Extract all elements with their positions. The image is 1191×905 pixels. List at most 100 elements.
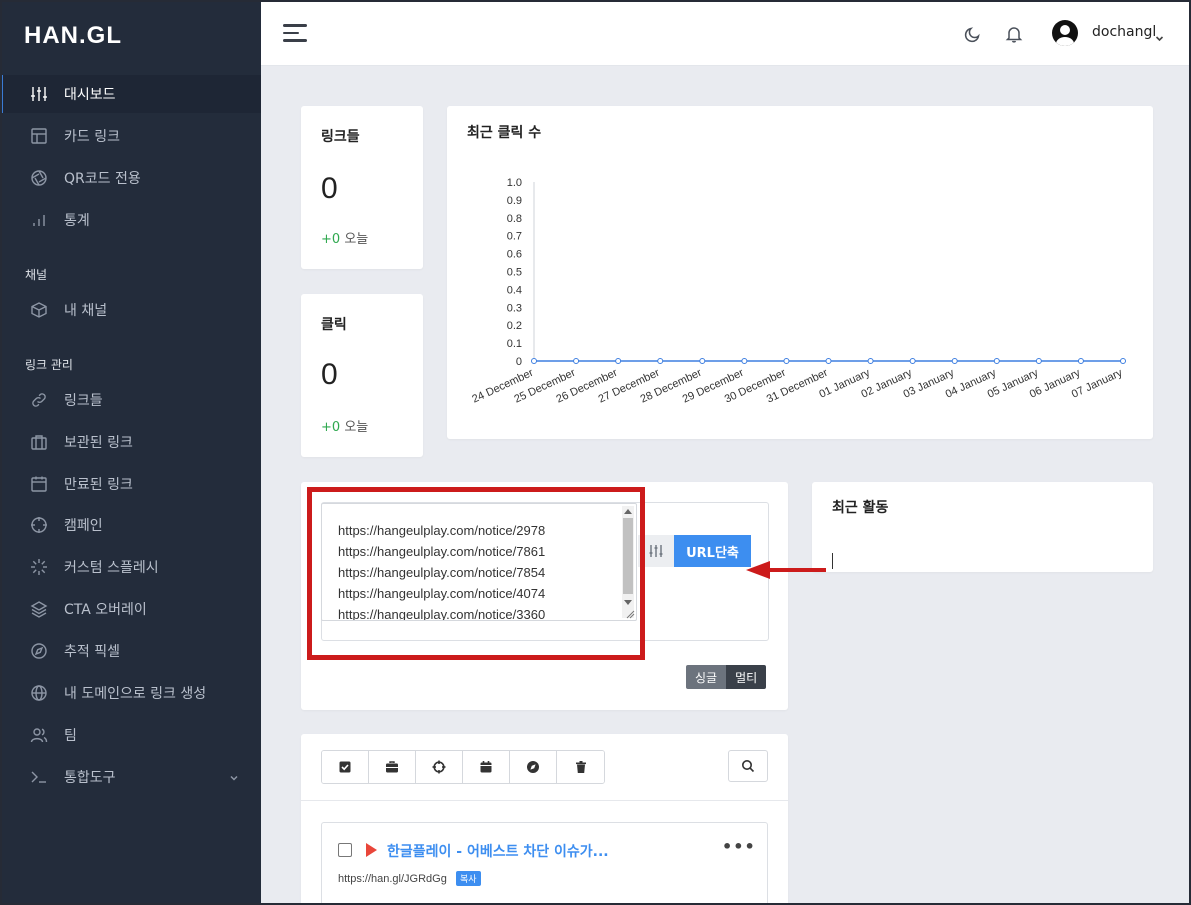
search-button[interactable] [728, 750, 768, 782]
options-button[interactable] [638, 535, 674, 567]
calendar-icon [480, 761, 492, 773]
archive-button[interactable] [369, 751, 416, 783]
sidebar-item-label: 링크들 [64, 393, 103, 409]
data-point [783, 358, 790, 364]
chevron-down-icon[interactable] [1155, 28, 1164, 42]
url-line: https://hangeulplay.com/notice/3360 [338, 607, 546, 621]
sidebar-item-label: 팀 [64, 728, 77, 744]
data-point [531, 358, 537, 364]
sidebar-item-label: 통합도구 [64, 770, 116, 786]
bell-icon[interactable] [1005, 25, 1023, 43]
y-tick-label: 0.3 [507, 302, 522, 314]
layout-icon [30, 127, 48, 145]
sidebar-item-label: 내 채널 [64, 303, 108, 319]
play-icon [366, 843, 377, 857]
data-point [1120, 358, 1126, 364]
users-icon [30, 726, 48, 744]
sidebar-item-archived[interactable]: 보관된 링크 [0, 423, 261, 461]
sidebar-item-label: 카드 링크 [64, 129, 120, 145]
campaign-button[interactable] [416, 751, 463, 783]
stat-title: 클릭 [321, 317, 347, 333]
sidebar-item-label: 캠페인 [64, 518, 103, 534]
more-options-icon[interactable]: ••• [722, 837, 756, 856]
textarea-scrollbar[interactable] [622, 506, 634, 618]
globe-icon [30, 684, 48, 702]
username[interactable]: dochangl [1092, 24, 1156, 40]
sidebar-item-campaign[interactable]: 캠페인 [0, 506, 261, 544]
scroll-down-icon[interactable] [624, 600, 632, 605]
stat-today: +0 오늘 [321, 228, 368, 247]
single-mode-button[interactable]: 싱글 [686, 665, 727, 689]
copy-button[interactable]: 복사 [456, 871, 481, 886]
y-tick-label: 0.9 [507, 195, 522, 207]
mode-toggle: 싱글 멀티 [686, 665, 767, 689]
shorten-url-button[interactable]: URL단축 [674, 535, 751, 567]
url-textarea[interactable]: https://hangeulplay.com/notice/2978 https… [321, 503, 637, 621]
sidebar-item-expired[interactable]: 만료된 링크 [0, 465, 261, 503]
sidebar-item-label: 만료된 링크 [64, 477, 133, 493]
data-point [951, 358, 958, 364]
sidebar-item-custom-domain[interactable]: 내 도메인으로 링크 생성 [0, 674, 261, 712]
sidebar-item-label: 대시보드 [64, 87, 116, 103]
sidebar-item-links[interactable]: 링크들 [0, 381, 261, 419]
list-item: 한글플레이 - 어베스트 차단 이슈가... ••• https://han.g… [321, 822, 768, 905]
sidebar-item-cta-overlay[interactable]: CTA 오버레이 [0, 590, 261, 628]
bar-chart-icon [30, 211, 48, 229]
link-icon [30, 391, 48, 409]
y-tick-label: 0.2 [507, 320, 522, 332]
y-tick-label: 0.6 [507, 249, 522, 261]
select-all-button[interactable] [322, 751, 369, 783]
delete-button[interactable] [557, 751, 604, 783]
topbar: dochangl [261, 0, 1191, 66]
calendar-icon [30, 475, 48, 493]
stat-value: 0 [321, 358, 338, 391]
sliders-icon [30, 85, 48, 103]
recent-clicks-card: 최근 클릭 수 0 0.1 0.2 0.3 0.4 0.5 0.6 0.7 0.8 0.9 1.0 2… [447, 106, 1153, 439]
scroll-thumb[interactable] [623, 518, 633, 594]
y-tick-label: 0.4 [507, 284, 522, 296]
link-checkbox[interactable] [338, 843, 352, 857]
pixel-button[interactable] [510, 751, 557, 783]
menu-toggle-icon[interactable] [283, 24, 307, 42]
resize-grip-icon[interactable] [625, 609, 635, 619]
data-point [573, 358, 580, 364]
sidebar-item-card-link[interactable]: 카드 링크 [0, 117, 261, 155]
sliders-icon [649, 545, 663, 557]
sidebar-item-team[interactable]: 팀 [0, 716, 261, 754]
stat-title: 링크들 [321, 129, 360, 145]
sidebar-item-my-channel[interactable]: 내 채널 [0, 291, 261, 329]
search-icon [742, 760, 755, 773]
briefcase-icon [30, 433, 48, 451]
expire-button[interactable] [463, 751, 510, 783]
layers-icon [30, 600, 48, 618]
sidebar-item-label: 추적 픽셀 [64, 644, 120, 660]
data-point [1035, 358, 1042, 364]
short-url[interactable]: https://han.gl/JGRdGg [338, 873, 447, 885]
logo[interactable]: HAN.GL [24, 22, 122, 50]
section-label-channel: 채널 [25, 268, 48, 282]
scroll-up-icon[interactable] [624, 509, 632, 514]
moon-icon[interactable] [964, 25, 982, 43]
text-caret [832, 553, 833, 569]
trash-icon [575, 761, 586, 773]
url-line: https://hangeulplay.com/notice/2978 [338, 523, 546, 538]
url-shortener-card: https://hangeulplay.com/notice/2978 https… [301, 482, 788, 710]
sidebar-item-custom-splash[interactable]: 커스텀 스플레시 [0, 548, 261, 586]
data-point [993, 358, 1000, 364]
y-tick-label: 0 [516, 356, 522, 368]
avatar[interactable] [1052, 20, 1078, 46]
sidebar-item-tracking-pixel[interactable]: 추적 픽셀 [0, 632, 261, 670]
loader-icon [30, 558, 48, 576]
sidebar-item-integrations[interactable]: 통합도구 [0, 758, 261, 796]
y-tick-label: 0.1 [507, 338, 522, 350]
sidebar-item-dashboard[interactable]: 대시보드 [0, 75, 261, 113]
check-square-icon [339, 761, 351, 773]
data-point [699, 358, 706, 364]
sidebar-item-qr[interactable]: QR코드 전용 [0, 159, 261, 197]
stat-card-links: 링크들 0 +0 오늘 [301, 106, 423, 269]
sidebar-item-label: 통계 [64, 213, 90, 229]
crosshair-icon [30, 516, 48, 534]
link-title[interactable]: 한글플레이 - 어베스트 차단 이슈가... [387, 841, 609, 861]
sidebar-item-stats[interactable]: 통계 [0, 201, 261, 239]
multi-mode-button[interactable]: 멀티 [726, 665, 767, 689]
